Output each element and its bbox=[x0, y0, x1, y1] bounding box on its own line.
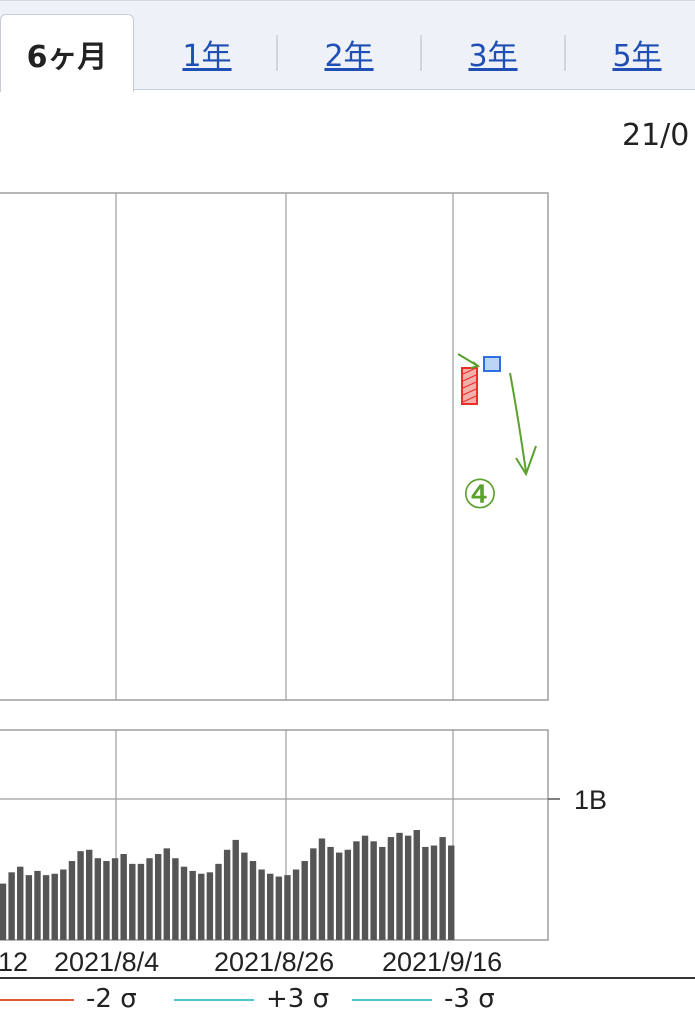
volume-bar bbox=[267, 873, 274, 940]
volume-bar bbox=[215, 863, 222, 940]
x-tick-label: 12 bbox=[0, 947, 28, 977]
volume-bar bbox=[94, 858, 102, 940]
volume-bar bbox=[0, 883, 7, 940]
volume-bar bbox=[77, 851, 84, 940]
volume-bar bbox=[154, 853, 162, 940]
volume-bar bbox=[60, 869, 67, 940]
x-tick-label: 2021/8/26 bbox=[214, 947, 334, 977]
x-tick-label: 2021/8/4 bbox=[54, 947, 159, 977]
volume-bar bbox=[404, 835, 412, 940]
volume-bar bbox=[318, 838, 326, 940]
x-tick-label: 2021/9/16 bbox=[382, 947, 502, 977]
volume-bar bbox=[198, 873, 205, 940]
volume-bar bbox=[241, 852, 248, 940]
volume-bar bbox=[51, 873, 58, 940]
legend-swatch-plus3 bbox=[174, 999, 254, 1001]
volume-bar bbox=[25, 875, 33, 940]
volume-bar bbox=[275, 876, 283, 940]
volume-bar bbox=[137, 863, 145, 940]
volume-bar bbox=[301, 861, 308, 940]
volume-bar bbox=[206, 872, 214, 940]
volume-bar bbox=[111, 858, 119, 940]
volume-bar bbox=[430, 845, 438, 940]
volume-bar bbox=[17, 866, 24, 940]
legend-swatch-minus2 bbox=[0, 999, 74, 1001]
volume-bar bbox=[396, 832, 403, 940]
legend-label-plus3: +3 σ bbox=[266, 984, 330, 1014]
legend-label-minus2: -2 σ bbox=[86, 984, 137, 1014]
volume-bar bbox=[189, 870, 196, 940]
volume-tick-label: 1B bbox=[574, 785, 607, 815]
stock-chart: 32,00031,00030,00029,00028,00027,00026,0… bbox=[0, 192, 695, 979]
volume-bar bbox=[8, 872, 15, 940]
volume-bar bbox=[413, 830, 420, 940]
volume-bar bbox=[103, 861, 110, 940]
legend-swatch-minus3 bbox=[352, 999, 432, 1001]
volume-bar bbox=[327, 846, 334, 940]
volume-bar bbox=[129, 863, 136, 940]
volume-bar bbox=[344, 849, 351, 940]
volume-bar bbox=[292, 869, 300, 940]
volume-bar bbox=[422, 846, 429, 940]
volume-bar bbox=[249, 861, 257, 940]
volume-bar bbox=[180, 866, 188, 940]
volume-bar bbox=[120, 853, 127, 940]
annotation-number: ④ bbox=[462, 472, 498, 518]
volume-bar bbox=[353, 841, 360, 940]
volume-bar bbox=[379, 846, 386, 940]
volume-bar bbox=[232, 839, 239, 940]
volume-bar bbox=[284, 875, 291, 940]
price-panel: 32,00031,00030,00029,00028,00027,00026,0… bbox=[0, 192, 549, 701]
volume-bar bbox=[258, 869, 265, 940]
volume-bar bbox=[163, 848, 170, 940]
volume-bar bbox=[439, 837, 446, 940]
volume-bar bbox=[172, 858, 179, 940]
legend-label-minus3: -3 σ bbox=[444, 984, 495, 1014]
volume-bar bbox=[370, 841, 377, 940]
volume-bar bbox=[42, 875, 50, 940]
volume-bar bbox=[146, 858, 153, 940]
volume-bar bbox=[68, 861, 76, 940]
volume-panel: 1B 12 2021/8/4 2021/8/26 2021/9/16 bbox=[0, 729, 695, 979]
volume-bar bbox=[361, 835, 369, 940]
volume-bar bbox=[335, 852, 343, 940]
volume-bar bbox=[223, 849, 231, 940]
volume-bar bbox=[448, 845, 455, 940]
volume-bar bbox=[310, 848, 317, 940]
projected-blue-candle bbox=[483, 356, 501, 372]
price-frame bbox=[0, 192, 549, 701]
volume-bar bbox=[387, 837, 395, 940]
volume-bar bbox=[86, 849, 93, 940]
volume-bar bbox=[34, 870, 41, 940]
